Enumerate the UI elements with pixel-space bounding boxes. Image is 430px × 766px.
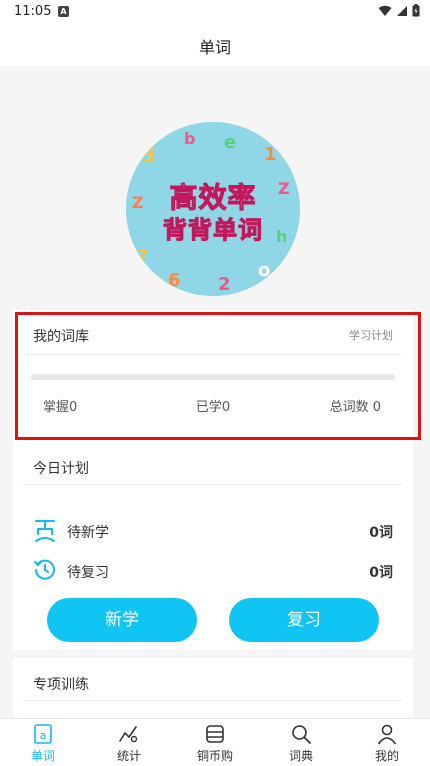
tab-label: 铜币购 xyxy=(196,749,233,763)
status-icons xyxy=(378,4,420,17)
new-words-row: 待新学 0词 xyxy=(33,516,393,546)
user-icon xyxy=(377,724,397,745)
total-words-stat: 总词数 0 xyxy=(329,400,381,415)
search-icon xyxy=(292,725,311,744)
svg-text:6: 6 xyxy=(168,270,181,291)
svg-text:e: e xyxy=(224,132,236,153)
special-training-title: 专项训练 xyxy=(33,677,89,693)
review-clock-icon xyxy=(34,559,55,580)
svg-text:3: 3 xyxy=(142,143,156,167)
review-button[interactable]: 复习 xyxy=(229,598,379,642)
coin-shop-icon xyxy=(206,725,224,743)
new-words-label: 待新学 xyxy=(67,525,109,541)
app-header: 单词 xyxy=(0,24,430,66)
tab-label: 我的 xyxy=(374,749,399,763)
review-words-count: 0词 xyxy=(369,565,393,581)
library-title: 我的词库 xyxy=(33,329,89,345)
signal-icon xyxy=(397,5,407,16)
new-study-icon xyxy=(35,520,55,542)
review-words-label: 待复习 xyxy=(67,565,109,581)
library-progress-bar xyxy=(31,374,395,380)
status-time: 11:05 xyxy=(14,4,52,19)
svg-text:o: o xyxy=(258,260,270,281)
tab-label: 词典 xyxy=(288,749,313,763)
svg-text:b: b xyxy=(184,129,195,148)
cover-image: 3 b e 1 Z Z 7 6 2 o h 高效率 背背单词 xyxy=(126,122,300,296)
status-bar: 11:05 A xyxy=(0,0,430,24)
cover-title-line2: 背背单词 xyxy=(163,216,263,245)
study-plan-link[interactable]: 学习计划 xyxy=(349,327,393,343)
divider xyxy=(23,484,403,485)
special-training-card[interactable]: 专项训练 xyxy=(13,658,413,718)
tab-coin-shop[interactable]: 铜币购 xyxy=(172,719,258,766)
page-title: 单词 xyxy=(198,38,231,57)
new-study-button[interactable]: 新学 xyxy=(47,598,197,642)
review-words-row: 待复习 0词 xyxy=(33,556,393,586)
battery-icon xyxy=(412,4,420,17)
tab-words[interactable]: a 单词 xyxy=(0,719,86,766)
tab-dictionary[interactable]: 词典 xyxy=(258,719,344,766)
tab-profile[interactable]: 我的 xyxy=(344,719,430,766)
tab-statistics[interactable]: 统计 xyxy=(86,719,172,766)
today-plan-title: 今日计划 xyxy=(33,461,89,477)
svg-text:2: 2 xyxy=(218,274,231,295)
notification-icon: A xyxy=(58,6,69,17)
tab-label: 统计 xyxy=(116,749,141,763)
today-plan-card: 今日计划 待新学 0词 待复习 0词 新学 复习 xyxy=(13,442,413,650)
word-book-icon: a xyxy=(34,724,52,744)
svg-text:1: 1 xyxy=(264,144,277,165)
my-library-card: 我的词库 学习计划 掌握0 已学0 总词数 0 xyxy=(13,310,413,442)
divider xyxy=(23,700,403,701)
bottom-tab-bar: a 单词 统计 铜币购 词典 我的 xyxy=(0,718,430,766)
tab-label: 单词 xyxy=(30,749,55,763)
wifi-icon xyxy=(378,5,392,16)
chart-icon xyxy=(119,726,138,743)
divider xyxy=(23,354,403,355)
new-words-count: 0词 xyxy=(369,525,393,541)
svg-text:a: a xyxy=(40,729,47,742)
svg-text:7: 7 xyxy=(136,246,149,267)
